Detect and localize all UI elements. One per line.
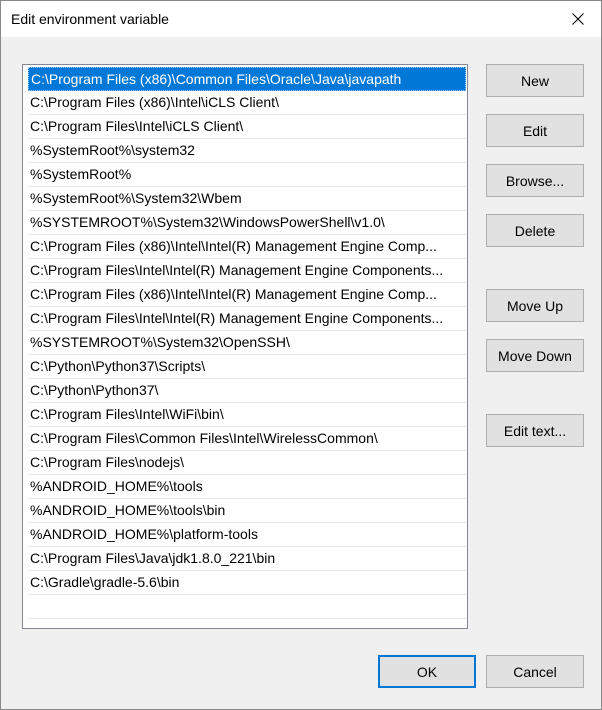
list-item[interactable]: C:\Program Files (x86)\Intel\iCLS Client…: [28, 91, 466, 115]
title-bar: Edit environment variable: [1, 1, 601, 37]
list-item[interactable]: %SystemRoot%\system32: [28, 139, 466, 163]
list-item[interactable]: C:\Python\Python37\Scripts\: [28, 355, 466, 379]
cancel-button[interactable]: Cancel: [486, 655, 584, 688]
close-button[interactable]: [555, 1, 601, 37]
browse-button[interactable]: Browse...: [486, 164, 584, 197]
close-icon: [572, 13, 584, 25]
list-item[interactable]: %ANDROID_HOME%\tools\bin: [28, 499, 466, 523]
list-item[interactable]: C:\Program Files\Intel\Intel(R) Manageme…: [28, 259, 466, 283]
list-item[interactable]: C:\Python\Python37\: [28, 379, 466, 403]
list-item[interactable]: %SYSTEMROOT%\System32\OpenSSH\: [28, 331, 466, 355]
edit-text-button[interactable]: Edit text...: [486, 414, 584, 447]
list-item[interactable]: C:\Program Files (x86)\Intel\Intel(R) Ma…: [28, 283, 466, 307]
list-item[interactable]: C:\Program Files\Intel\Intel(R) Manageme…: [28, 307, 466, 331]
path-list[interactable]: C:\Program Files (x86)\Common Files\Orac…: [22, 64, 468, 629]
list-item[interactable]: %SystemRoot%\System32\Wbem: [28, 187, 466, 211]
list-item[interactable]: C:\Program Files\Intel\iCLS Client\: [28, 115, 466, 139]
list-item[interactable]: %SystemRoot%: [28, 163, 466, 187]
move-down-button[interactable]: Move Down: [486, 339, 584, 372]
empty-list-row[interactable]: [28, 619, 466, 628]
list-item[interactable]: C:\Program Files (x86)\Intel\Intel(R) Ma…: [28, 235, 466, 259]
edit-env-variable-dialog: Edit environment variable C:\Program Fil…: [0, 0, 602, 710]
edit-button[interactable]: Edit: [486, 114, 584, 147]
list-item[interactable]: %ANDROID_HOME%\platform-tools: [28, 523, 466, 547]
empty-list-row[interactable]: [28, 595, 466, 619]
delete-button[interactable]: Delete: [486, 214, 584, 247]
dialog-title: Edit environment variable: [11, 11, 169, 27]
list-item[interactable]: C:\Program Files\Java\jdk1.8.0_221\bin: [28, 547, 466, 571]
list-item[interactable]: C:\Program Files\nodejs\: [28, 451, 466, 475]
ok-button[interactable]: OK: [378, 655, 476, 688]
list-item[interactable]: C:\Gradle\gradle-5.6\bin: [28, 571, 466, 595]
list-item[interactable]: C:\Program Files\Common Files\Intel\Wire…: [28, 427, 466, 451]
new-button[interactable]: New: [486, 64, 584, 97]
list-item[interactable]: C:\Program Files\Intel\WiFi\bin\: [28, 403, 466, 427]
list-item[interactable]: C:\Program Files (x86)\Common Files\Orac…: [28, 67, 466, 91]
list-item[interactable]: %SYSTEMROOT%\System32\WindowsPowerShell\…: [28, 211, 466, 235]
list-item[interactable]: %ANDROID_HOME%\tools: [28, 475, 466, 499]
move-up-button[interactable]: Move Up: [486, 289, 584, 322]
